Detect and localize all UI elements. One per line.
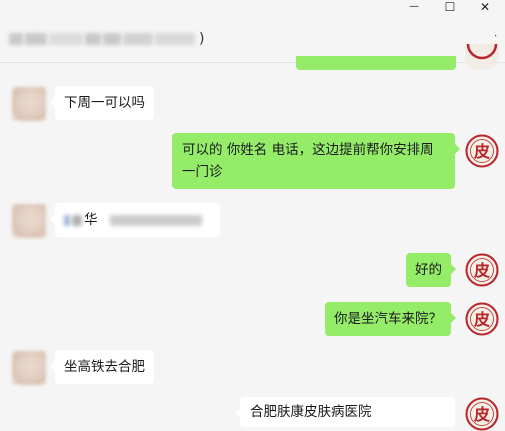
hospital-avatar[interactable] [465,44,499,70]
message-bubble-clipped[interactable] [296,56,456,70]
message-bubble[interactable]: 华 [50,203,220,237]
patient-avatar[interactable] [12,351,46,385]
message-line: 可以的 你姓名 电话，这边提前帮你安排周 [182,142,434,158]
message-bubble[interactable]: 好的 [406,253,456,287]
message-bubble[interactable]: 可以的 你姓名 电话，这边提前帮你安排周 一门诊 [172,133,460,189]
message-bubble[interactable]: 下周一可以吗 [50,86,154,120]
blurred-title-segment [85,33,101,45]
more-options-button[interactable]: · [489,34,500,36]
hospital-logo-icon: 皮 [465,253,499,287]
hospital-logo-icon: 皮 [465,302,499,336]
hospital-logo-icon [466,44,498,60]
hospital-avatar[interactable]: 皮 [465,302,499,336]
svg-text:皮: 皮 [473,310,490,329]
svg-text:皮: 皮 [473,261,490,280]
blurred-title-segment [155,33,195,45]
chat-title: ) [9,30,204,48]
svg-text:皮: 皮 [473,405,490,424]
message-bubble[interactable]: 坐高铁去合肥 [50,350,154,384]
message-line: 一门诊 [182,164,223,180]
blurred-title-segment [49,33,83,45]
hospital-logo-icon: 皮 [465,134,499,168]
blurred-title-segment [123,33,153,45]
blurred-title-segment [103,33,121,45]
blurred-name-segment [72,214,82,226]
hospital-avatar[interactable]: 皮 [465,397,499,431]
hospital-avatar[interactable]: 皮 [465,134,499,168]
minimize-button[interactable]: — [402,0,426,14]
close-button[interactable]: ✕ [473,0,497,14]
blurred-name-segment [64,214,70,226]
blurred-title-segment [9,33,23,45]
svg-text:皮: 皮 [473,142,490,161]
hospital-logo-icon: 皮 [465,397,499,431]
chat-header: ) — ☐ ✕ · [0,0,505,63]
title-suffix: ) [199,31,205,47]
patient-avatar[interactable] [12,204,46,238]
maximize-button[interactable]: ☐ [438,0,462,14]
blurred-phone-segment [109,214,202,226]
message-bubble[interactable]: 合肥肤康皮肤病医院 [235,397,455,427]
patient-avatar[interactable] [12,87,46,121]
blurred-title-segment [25,33,47,45]
hospital-avatar[interactable]: 皮 [465,253,499,287]
message-text: 华 [84,212,98,228]
message-bubble[interactable]: 你是坐汽车来院？ [325,302,456,336]
